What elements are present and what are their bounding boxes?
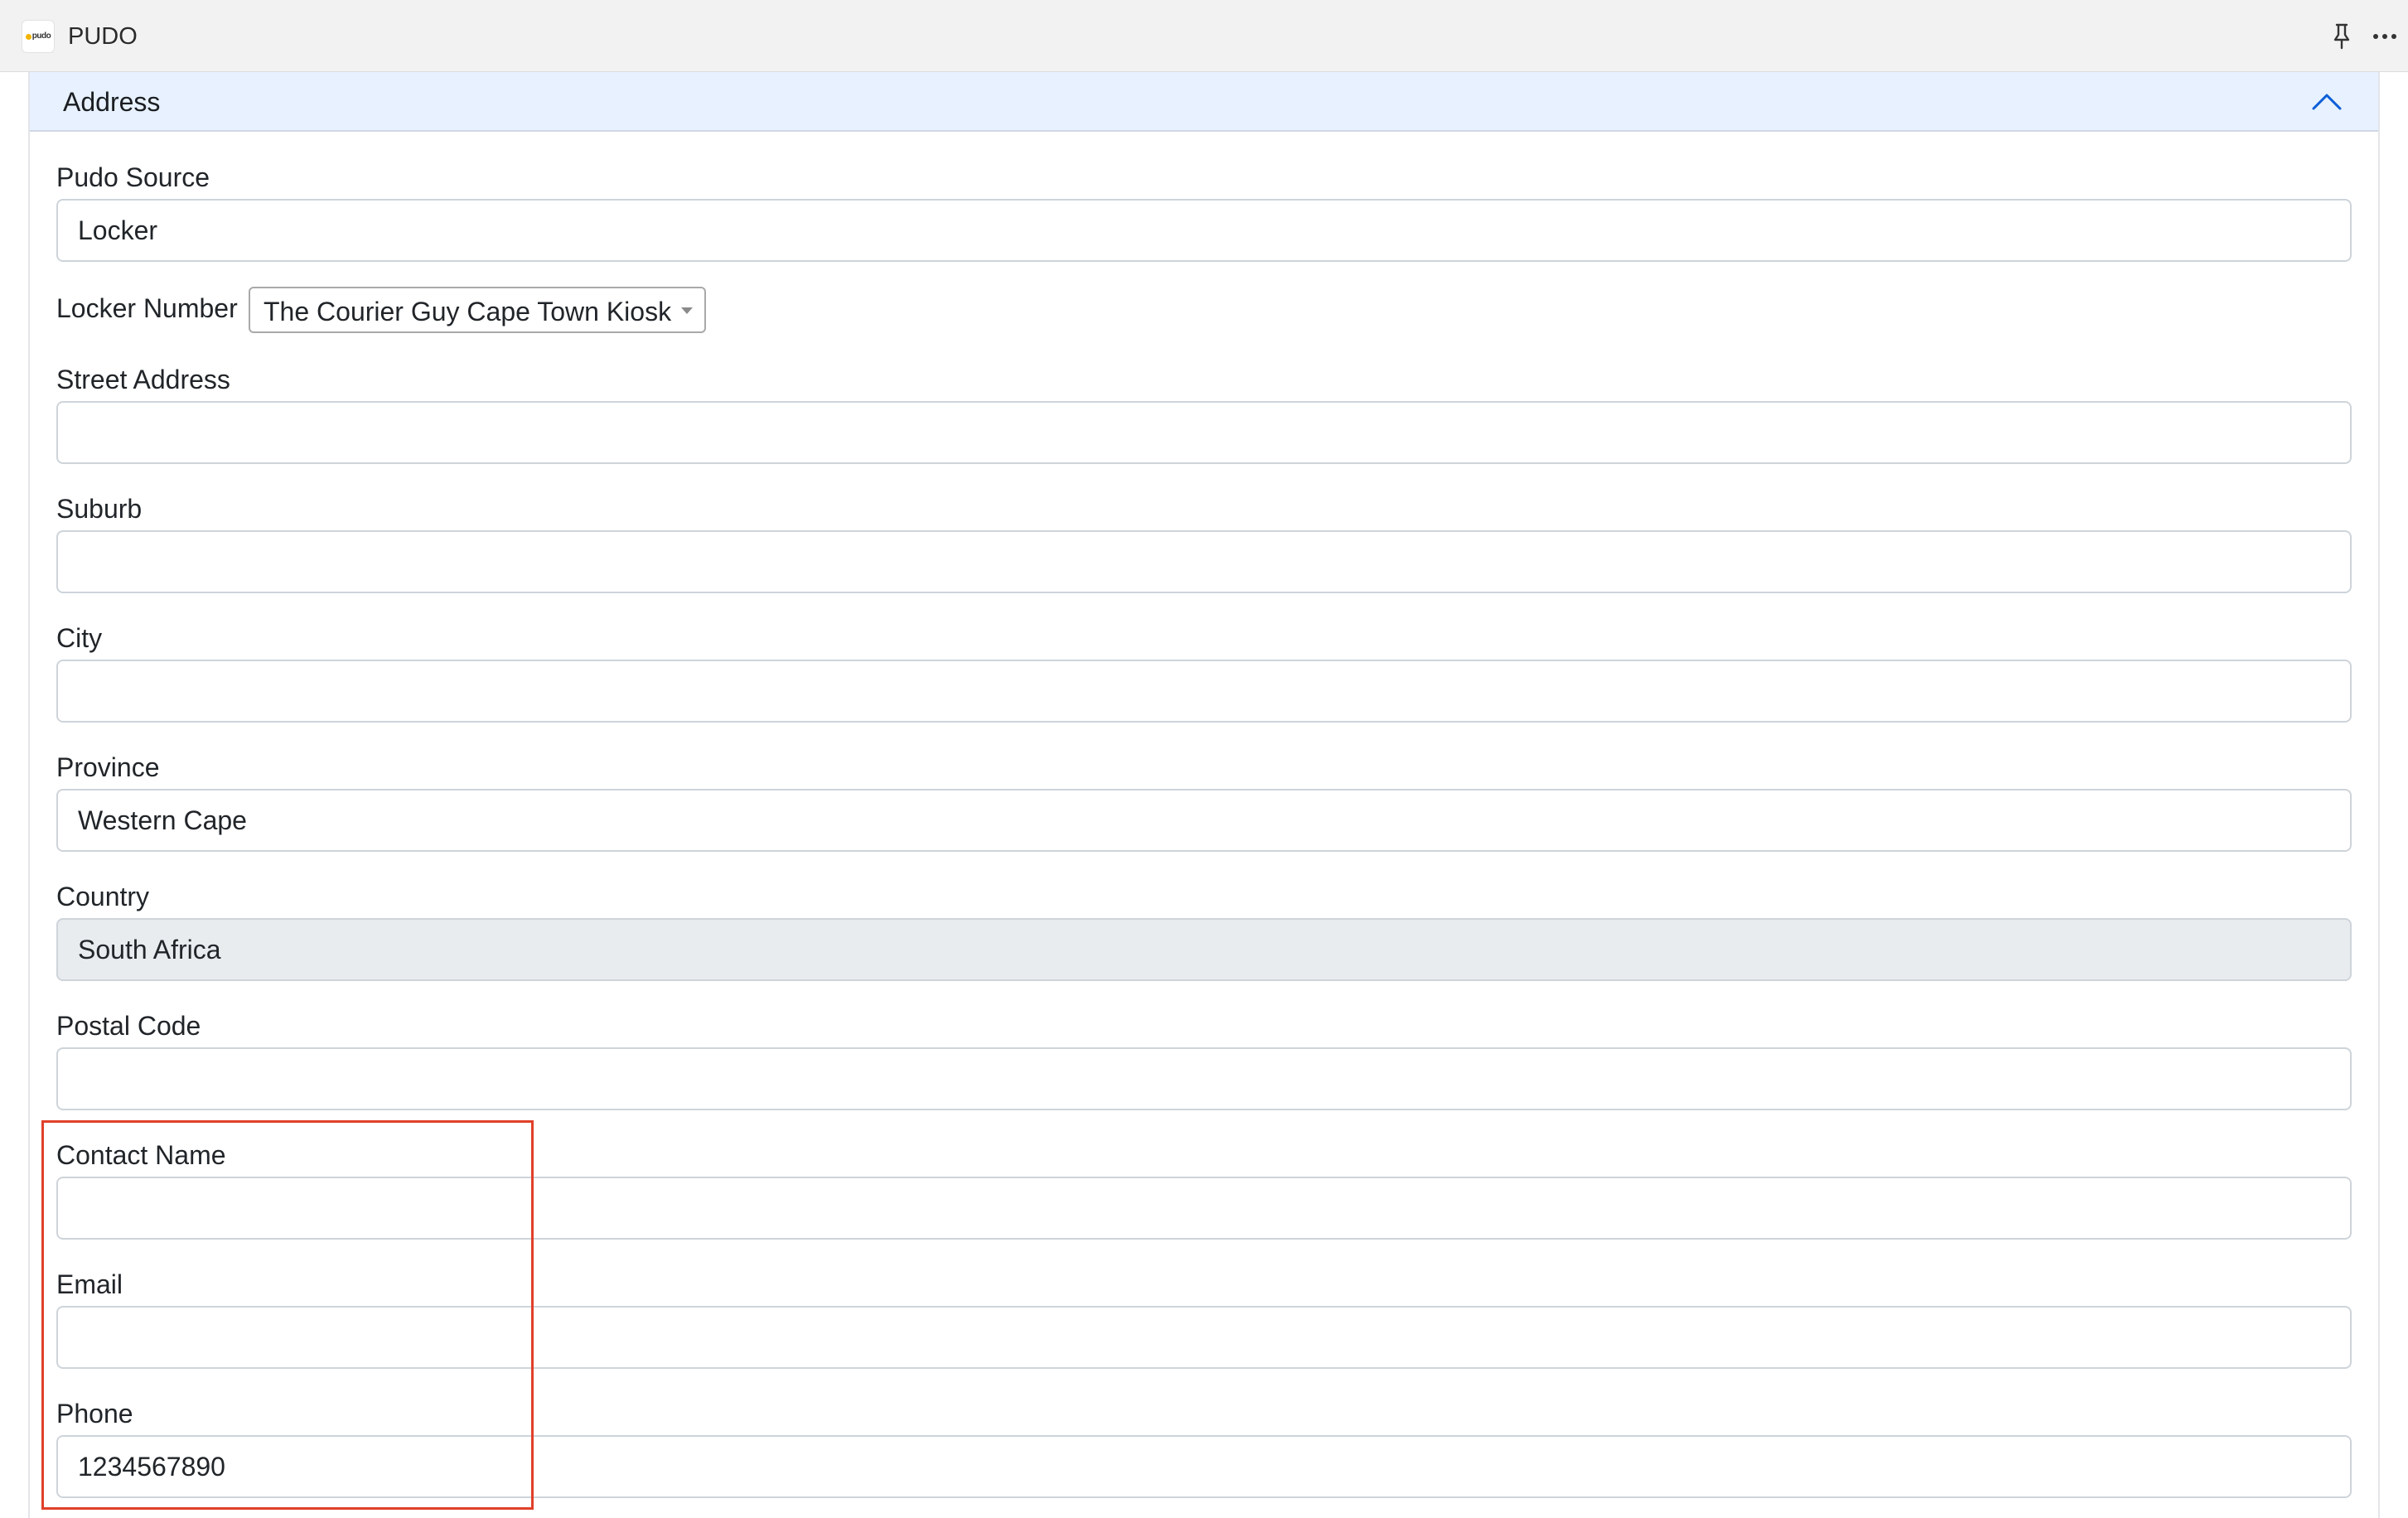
pudo-source-input[interactable] — [56, 199, 2352, 262]
province-label: Province — [56, 752, 160, 782]
country-label: Country — [56, 882, 150, 911]
city-label: City — [56, 623, 103, 653]
locker-number-label: Locker Number — [56, 293, 238, 323]
postal-code-input[interactable] — [56, 1047, 2352, 1110]
pin-icon[interactable] — [2325, 20, 2358, 53]
accordion-header-address[interactable]: Address — [30, 72, 2378, 132]
phone-input[interactable] — [56, 1435, 2352, 1498]
contact-name-label: Contact Name — [56, 1140, 226, 1170]
email-label: Email — [56, 1269, 123, 1299]
accordion-title: Address — [63, 87, 161, 117]
city-input[interactable] — [56, 660, 2352, 723]
logo-text: pudo — [31, 31, 51, 41]
locker-number-select[interactable]: The Courier Guy Cape Town Kiosk — [249, 287, 706, 333]
locker-number-selected: The Courier Guy Cape Town Kiosk — [264, 297, 672, 326]
street-address-input[interactable] — [56, 401, 2352, 464]
title-bar: pudo PUDO — [0, 0, 2408, 72]
country-input — [56, 918, 2352, 981]
suburb-label: Suburb — [56, 494, 143, 524]
email-input[interactable] — [56, 1306, 2352, 1369]
app-logo: pudo — [22, 20, 55, 53]
app-title: PUDO — [68, 23, 138, 50]
more-icon[interactable] — [2368, 20, 2401, 53]
street-address-label: Street Address — [56, 365, 230, 394]
pudo-source-label: Pudo Source — [56, 162, 210, 192]
contact-name-input[interactable] — [56, 1177, 2352, 1240]
caret-down-icon — [681, 307, 693, 314]
phone-label: Phone — [56, 1399, 133, 1429]
logo-dot — [25, 33, 31, 40]
suburb-input[interactable] — [56, 530, 2352, 593]
province-input[interactable] — [56, 789, 2352, 852]
chevron-up-icon[interactable] — [2309, 84, 2345, 120]
postal-code-label: Postal Code — [56, 1011, 201, 1041]
